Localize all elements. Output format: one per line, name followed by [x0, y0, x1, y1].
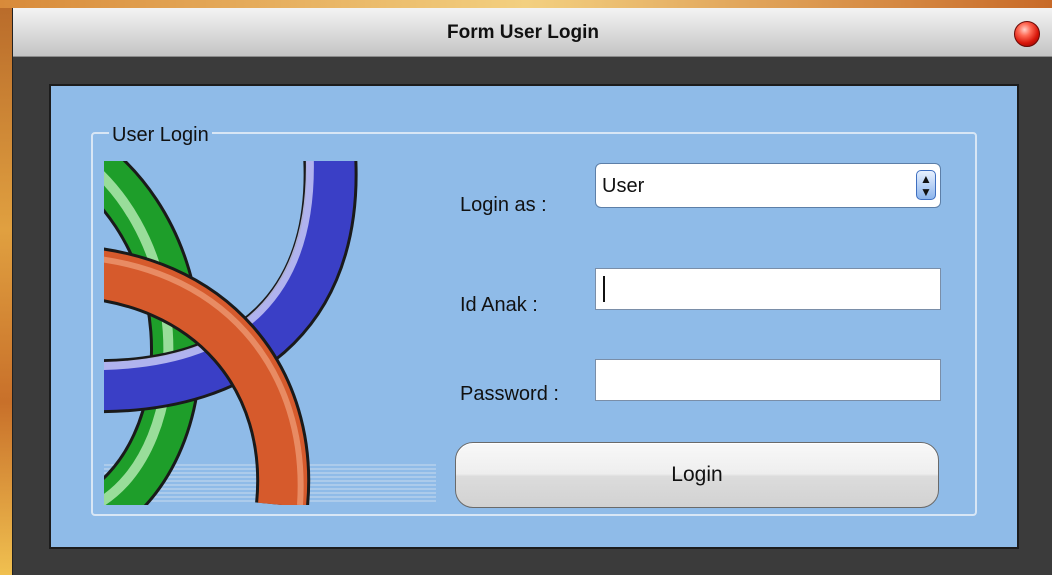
updown-arrows-icon[interactable]: ▲ ▼ [916, 170, 936, 200]
window-title: Form User Login [446, 22, 599, 43]
desktop-background-top [0, 0, 1052, 8]
groupbox-legend: User Login [109, 124, 212, 146]
login-as-select[interactable]: User ▲ ▼ [595, 163, 941, 208]
login-window: Form User Login User Login Login as: Us… [12, 8, 1052, 575]
ribbons-logo-icon [104, 161, 436, 505]
login-button[interactable]: Login [455, 442, 939, 508]
text-caret [603, 276, 605, 302]
password-input[interactable] [595, 359, 941, 401]
id-anak-input[interactable] [595, 268, 941, 310]
id-anak-label: Id Anak : [460, 294, 538, 316]
login-as-label: Login as : [460, 194, 547, 216]
login-as-selected-value: User [602, 175, 645, 197]
title-bar[interactable]: Form User Login [13, 8, 1052, 57]
form-client-area: User Login Login as: User ▲ ▼ Id Anak:… [49, 84, 1019, 549]
close-icon[interactable] [1014, 21, 1040, 47]
password-label: Password : [460, 383, 559, 405]
